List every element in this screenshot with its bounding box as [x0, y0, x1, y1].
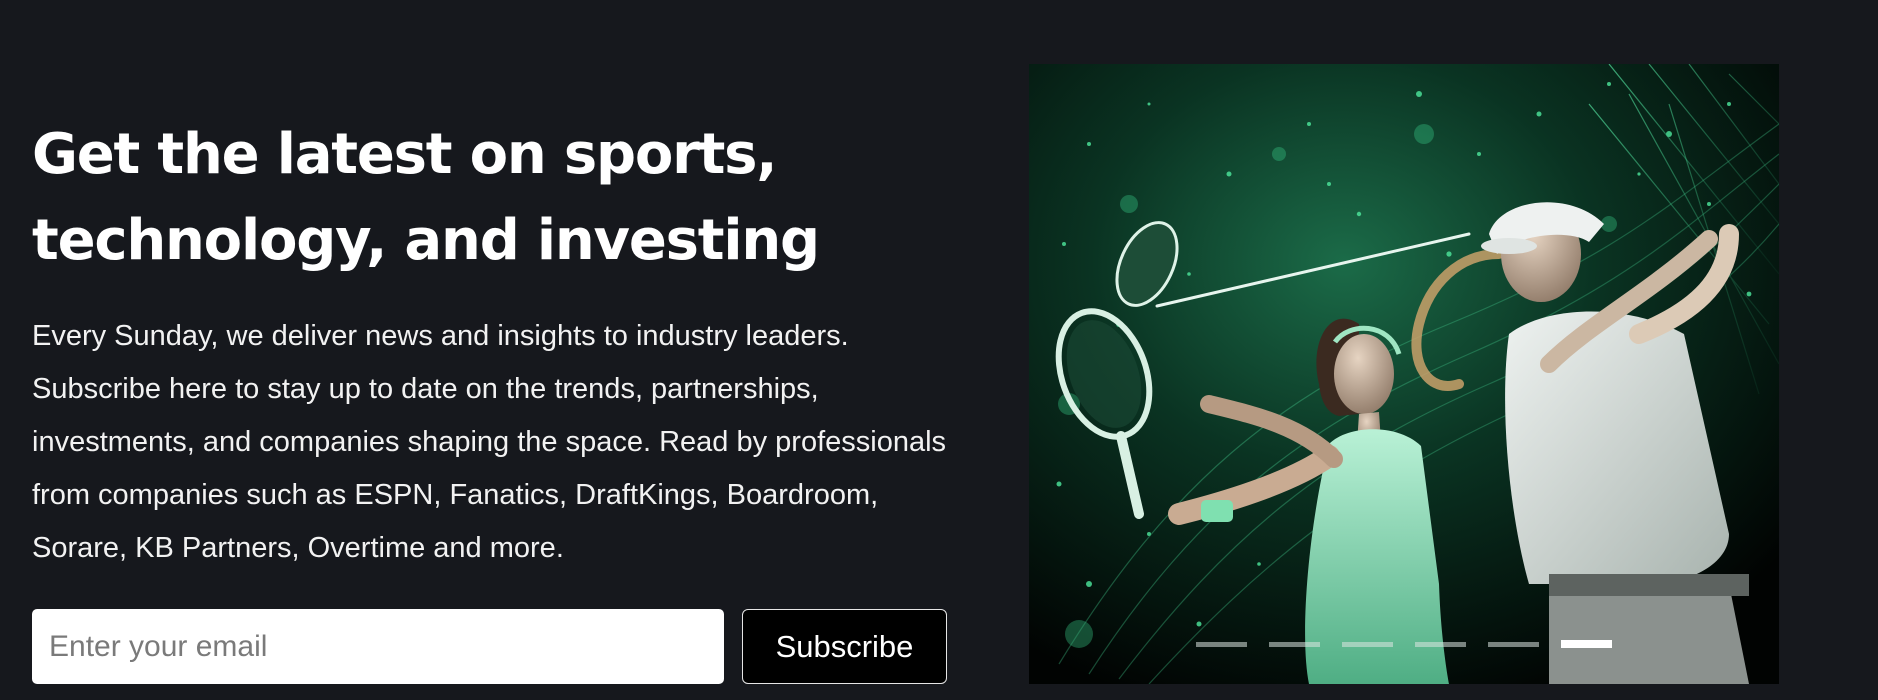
- hero-carousel: [1029, 64, 1779, 684]
- carousel-dot[interactable]: [1415, 642, 1466, 647]
- newsletter-intro: Get the latest on sports, technology, an…: [32, 112, 952, 575]
- carousel-dot[interactable]: [1269, 642, 1320, 647]
- hero-image: [1029, 64, 1779, 684]
- newsletter-description: Every Sunday, we deliver news and insigh…: [32, 320, 947, 564]
- email-field[interactable]: [32, 609, 724, 684]
- carousel-dot[interactable]: [1488, 642, 1539, 647]
- carousel-indicators: [1196, 640, 1612, 648]
- page-title: Get the latest on sports, technology, an…: [32, 122, 820, 273]
- subscribe-button[interactable]: Subscribe: [742, 609, 947, 684]
- carousel-dot[interactable]: [1342, 642, 1393, 647]
- carousel-dot-active[interactable]: [1561, 640, 1612, 648]
- carousel-dot[interactable]: [1196, 642, 1247, 647]
